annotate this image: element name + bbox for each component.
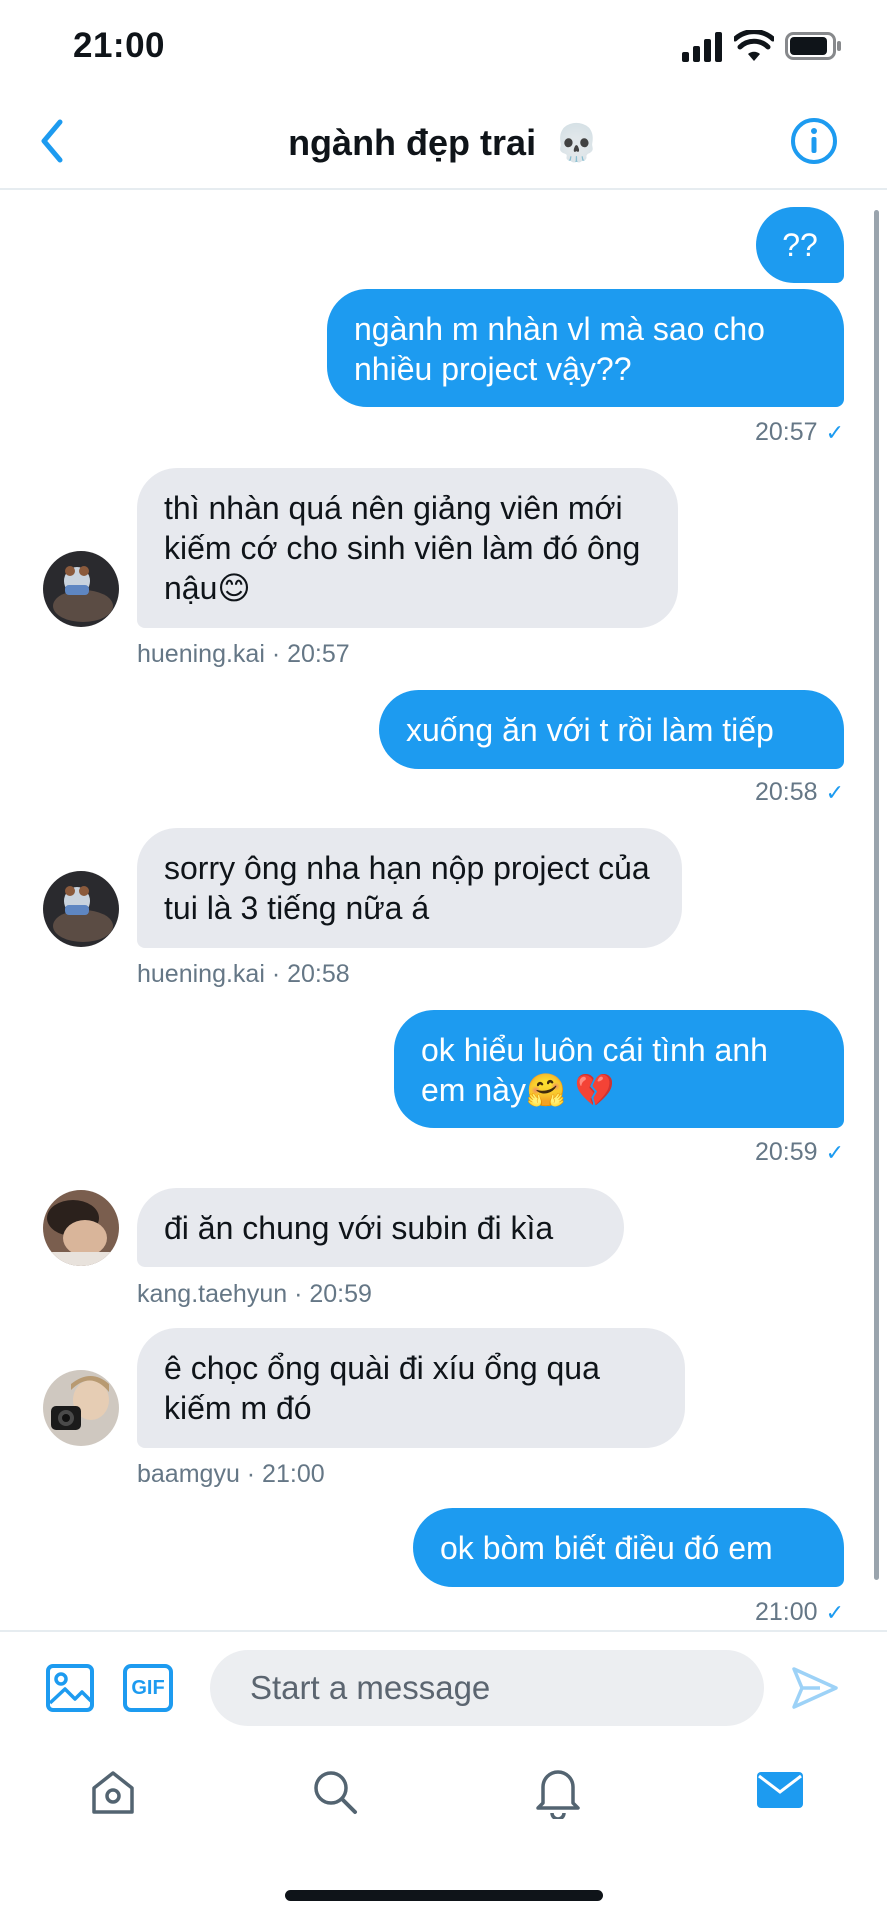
read-check-icon: ✓ — [825, 780, 844, 805]
message-sender-time: huening.kai · 20:58 — [137, 960, 350, 988]
read-check-icon: ✓ — [825, 1600, 844, 1625]
gif-icon[interactable]: GIF — [123, 1664, 173, 1712]
battery-icon — [785, 32, 841, 60]
message-sender-time: huening.kai · 20:57 — [137, 640, 350, 668]
message-meta: 20:58 ✓ — [600, 778, 844, 807]
home-indicator[interactable] — [285, 1890, 603, 1901]
message-time: 20:57 — [755, 418, 818, 446]
avatar[interactable] — [43, 551, 119, 627]
read-check-icon: ✓ — [825, 420, 844, 445]
composer-divider — [0, 1630, 887, 1632]
scrollbar[interactable] — [874, 210, 879, 1580]
mail-icon[interactable] — [755, 1768, 805, 1812]
message-bubble-outgoing[interactable]: ?? — [756, 207, 844, 283]
image-icon[interactable] — [45, 1663, 95, 1713]
message-time: 20:58 — [755, 778, 818, 806]
message-bubble-incoming[interactable]: sorry ông nha hạn nộp project của tui là… — [137, 828, 682, 948]
message-time: 21:00 — [755, 1598, 818, 1626]
message-meta: 21:00 ✓ — [600, 1598, 844, 1627]
message-bubble-outgoing[interactable]: xuống ăn với t rồi làm tiếp — [379, 690, 844, 769]
status-time: 21:00 — [73, 26, 166, 65]
avatar[interactable] — [43, 1370, 119, 1446]
read-check-icon: ✓ — [825, 1140, 844, 1165]
conversation-title-text: ngành đẹp trai — [288, 122, 537, 163]
message-bubble-incoming[interactable]: đi ăn chung với subin đi kìa — [137, 1188, 624, 1267]
cellular-signal-icon — [682, 32, 722, 62]
bell-icon[interactable] — [533, 1765, 583, 1819]
search-icon[interactable] — [310, 1767, 360, 1817]
message-sender-time: kang.taehyun · 20:59 — [137, 1280, 372, 1308]
message-time: 20:59 — [755, 1138, 818, 1166]
conversation-title[interactable]: ngành đẹp trai 💀 — [0, 122, 887, 164]
message-meta: 20:59 ✓ — [600, 1138, 844, 1167]
message-input[interactable] — [210, 1650, 764, 1726]
message-bubble-outgoing[interactable]: ok hiểu luôn cái tình anh em này🤗 💔 — [394, 1010, 844, 1128]
avatar[interactable] — [43, 1190, 119, 1266]
skull-emoji: 💀 — [554, 122, 599, 163]
gif-label: GIF — [131, 1677, 165, 1699]
avatar[interactable] — [43, 871, 119, 947]
message-bubble-outgoing[interactable]: ngành m nhàn vl mà sao cho nhiều project… — [327, 289, 844, 407]
message-meta: 20:57 ✓ — [600, 418, 844, 447]
message-bubble-outgoing[interactable]: ok bòm biết điều đó em — [413, 1508, 844, 1587]
home-icon[interactable] — [88, 1768, 138, 1818]
message-bubble-incoming[interactable]: thì nhàn quá nên giảng viên mới kiếm cớ … — [137, 468, 678, 628]
info-icon[interactable] — [790, 117, 838, 165]
message-bubble-incoming[interactable]: ê chọc ổng quài đi xíu ổng qua kiếm m đó — [137, 1328, 685, 1448]
wifi-icon — [734, 30, 774, 61]
message-sender-time: baamgyu · 21:00 — [137, 1460, 325, 1488]
send-icon[interactable] — [790, 1663, 840, 1713]
